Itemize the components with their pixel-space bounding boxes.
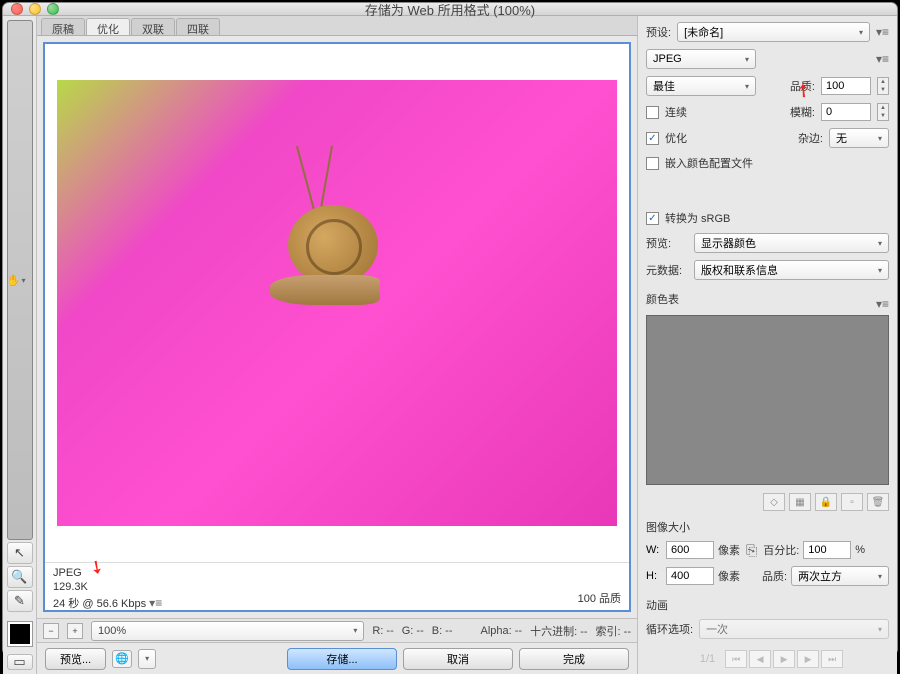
metadata-select[interactable]: 版权和联系信息 [694,260,889,280]
frame-counter: 1/1 [692,650,723,668]
shift-websafe-button[interactable]: ▦ [789,493,811,511]
preset-menu-icon[interactable]: ▾≡ [876,25,889,39]
convert-srgb-label: 转换为 sRGB [665,210,730,226]
info-loadtime: 24 秒 @ 56.6 Kbps [53,598,146,610]
color-table[interactable] [646,315,889,485]
image-size-label: 图像大小 [646,519,889,535]
height-unit: 像素 [718,568,740,584]
link-icon[interactable]: ⎘ [744,542,759,559]
optimized-label: 优化 [665,130,687,146]
color-table-label: 颜色表 [646,291,889,307]
slice-visibility-toggle[interactable]: ▭ [7,654,33,670]
height-label: H: [646,570,662,582]
delete-color-button[interactable]: 🗑 [867,493,889,511]
width-label: W: [646,544,662,556]
browser-select[interactable] [138,649,156,669]
image-preview[interactable] [45,44,629,562]
window-title: 存储为 Web 所用格式 (100%) [3,0,897,19]
tab-original[interactable]: 原稿 [41,18,85,35]
readout-r: R: -- [372,625,393,637]
optimize-menu-icon[interactable]: ▾≡ [876,52,889,66]
preview-profile-select[interactable]: 显示器颜色 [694,233,889,253]
progressive-checkbox[interactable] [646,106,659,119]
preview-button[interactable]: 预览... [45,648,106,670]
readout-hex: 十六进制: -- [530,623,587,639]
metadata-label: 元数据: [646,262,688,278]
readout-alpha: Alpha: -- [481,625,523,637]
info-filesize: 129.3K [53,581,162,593]
resample-label: 品质: [762,568,787,584]
quality-spinner[interactable]: ▲▼ [877,77,889,95]
animation-label: 动画 [646,597,889,613]
quality-mode-select[interactable]: 最佳 [646,76,756,96]
preview-tabs: 原稿 优化 双联 四联 [37,16,637,36]
matte-label: 杂边: [798,130,823,146]
tab-four-up[interactable]: 四联 [176,18,220,35]
eyedropper-tool[interactable]: ✎ [7,590,33,612]
bandwidth-menu-icon[interactable]: ▾≡ [149,596,162,610]
quality-field[interactable]: 100 [821,77,871,95]
height-field[interactable]: 400 [666,567,714,585]
info-quality: 100 品质 [578,590,621,606]
preview-frame: ➘ JPEG 129.3K 24 秒 @ 56.6 Kbps ▾≡ 100 品质 [43,42,631,612]
tool-column: ✋ ↖ 🔍 ✎ ▭ [3,16,37,674]
zoom-in-button[interactable]: + [67,623,83,639]
width-field[interactable]: 600 [666,541,714,559]
color-table-menu-icon[interactable]: ▾≡ [876,297,889,311]
tab-two-up[interactable]: 双联 [131,18,175,35]
preset-select[interactable]: [未命名] [677,22,870,42]
cancel-button[interactable]: 取消 [403,648,513,670]
info-format: JPEG [53,567,162,579]
zoom-select[interactable]: 100% [91,621,364,641]
loop-label: 循环选项: [646,621,693,637]
new-color-button[interactable]: ▫ [841,493,863,511]
width-unit: 像素 [718,542,740,558]
slice-select-tool[interactable]: ↖ [7,542,33,564]
first-frame-button: ⏮ [725,650,747,668]
percent-field[interactable]: 100 [803,541,851,559]
lock-color-button[interactable]: 🔒 [815,493,837,511]
embed-profile-checkbox[interactable] [646,157,659,170]
embed-profile-label: 嵌入颜色配置文件 [665,155,753,171]
readout-index: 索引: -- [596,623,631,639]
last-frame-button: ⏭ [821,650,843,668]
blur-field[interactable]: 0 [821,103,871,121]
next-frame-button: ▶ [797,650,819,668]
hand-tool[interactable]: ✋ [7,20,33,540]
map-transparent-button[interactable]: ◇ [763,493,785,511]
tab-optimized[interactable]: 优化 [86,18,130,35]
percent-suffix: % [855,544,865,556]
format-select[interactable]: JPEG [646,49,756,69]
titlebar: 存储为 Web 所用格式 (100%) [3,3,897,16]
zoom-tool[interactable]: 🔍 [7,566,33,588]
zoom-out-button[interactable]: − [43,623,59,639]
matte-select[interactable]: 无 [829,128,889,148]
play-button: ▶ [773,650,795,668]
save-button[interactable]: 存储... [287,648,397,670]
resample-select[interactable]: 两次立方 [791,566,889,586]
status-bar: − + 100% R: -- G: -- B: -- Alpha: -- 十六进… [37,618,637,642]
preview-profile-label: 预览: [646,235,688,251]
done-button[interactable]: 完成 [519,648,629,670]
optimized-checkbox[interactable]: ✓ [646,132,659,145]
optimize-info: ➘ JPEG 129.3K 24 秒 @ 56.6 Kbps ▾≡ 100 品质 [45,562,629,610]
prev-frame-button: ◀ [749,650,771,668]
blur-label: 模糊: [790,104,815,120]
eyedropper-color-swatch[interactable] [8,622,32,646]
readout-b: B: -- [432,625,453,637]
convert-srgb-checkbox[interactable]: ✓ [646,212,659,225]
loop-select: 一次 [699,619,889,639]
preset-label: 预设: [646,24,671,40]
browser-preview-button[interactable]: 🌐 [112,650,132,668]
readout-g: G: -- [402,625,424,637]
progressive-label: 连续 [665,104,687,120]
percent-label: 百分比: [763,542,799,558]
settings-panel: 预设: [未命名] ▾≡ JPEG ▾≡ 最佳 品质: 100 ▲▼ ➘ 连续 [637,16,897,674]
blur-spinner[interactable]: ▲▼ [877,103,889,121]
